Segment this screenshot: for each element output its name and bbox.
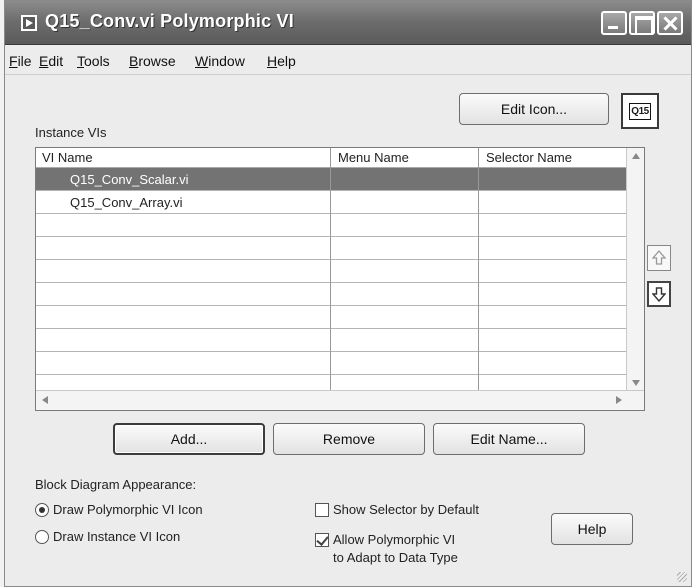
title-bar[interactable]: Q15_Conv.vi Polymorphic VI bbox=[5, 1, 691, 45]
menu-window-label: indow bbox=[208, 53, 245, 69]
menu-window-accelerator: W bbox=[195, 53, 209, 69]
menu-edit[interactable]: Edit bbox=[39, 53, 63, 69]
draw-instance-icon-radio[interactable] bbox=[35, 530, 49, 544]
vi-icon-text: Q15 bbox=[629, 102, 651, 120]
polymorphic-vi-window: Q15_Conv.vi Polymorphic VI File Edit Too… bbox=[4, 0, 692, 587]
scroll-down-icon[interactable] bbox=[632, 380, 640, 386]
menu-window[interactable]: Window bbox=[195, 53, 245, 69]
menu-tools[interactable]: Tools bbox=[77, 53, 110, 69]
menu-file-label: ile bbox=[17, 53, 32, 69]
table-row[interactable]: Q15_Conv_Array.vi bbox=[36, 191, 626, 214]
arrow-up-icon bbox=[652, 250, 666, 265]
table-row[interactable] bbox=[36, 214, 626, 237]
header-selector-name[interactable]: Selector Name bbox=[486, 150, 572, 165]
draw-instance-icon-label[interactable]: Draw Instance VI Icon bbox=[53, 529, 180, 544]
edit-icon-button[interactable]: Edit Icon... bbox=[459, 93, 609, 125]
menu-browse[interactable]: Browse bbox=[129, 53, 176, 69]
edit-name-button[interactable]: Edit Name... bbox=[433, 423, 585, 455]
table-row[interactable] bbox=[36, 306, 626, 329]
menu-tools-label: ools bbox=[84, 53, 110, 69]
table-row[interactable] bbox=[36, 329, 626, 352]
move-up-button[interactable] bbox=[647, 245, 671, 271]
scroll-up-icon[interactable] bbox=[632, 153, 640, 159]
table-header: VI Name Menu Name Selector Name bbox=[36, 148, 626, 168]
menu-edit-accelerator: E bbox=[39, 53, 49, 69]
menu-tools-accelerator: T bbox=[77, 53, 84, 69]
minimize-button[interactable] bbox=[601, 11, 627, 35]
table-row[interactable] bbox=[36, 375, 626, 391]
draw-poly-icon-label[interactable]: Draw Polymorphic VI Icon bbox=[53, 502, 203, 517]
vi-icon-preview[interactable]: Q15 bbox=[621, 93, 659, 129]
move-down-button[interactable] bbox=[647, 281, 671, 307]
vertical-scrollbar[interactable] bbox=[626, 148, 644, 392]
header-vi-name[interactable]: VI Name bbox=[42, 150, 93, 165]
column-divider[interactable] bbox=[330, 148, 331, 390]
menu-browse-accelerator: B bbox=[129, 53, 139, 69]
instance-vis-label: Instance VIs bbox=[35, 125, 107, 140]
block-diagram-appearance-label: Block Diagram Appearance: bbox=[35, 477, 197, 492]
row-vi-name: Q15_Conv_Scalar.vi bbox=[70, 172, 189, 187]
close-button[interactable] bbox=[657, 11, 683, 35]
horizontal-scrollbar[interactable] bbox=[36, 390, 644, 410]
allow-adapt-label-line1[interactable]: Allow Polymorphic VI bbox=[333, 532, 455, 547]
window-title: Q15_Conv.vi Polymorphic VI bbox=[45, 11, 294, 31]
draw-poly-icon-radio[interactable] bbox=[35, 503, 49, 517]
menu-file[interactable]: File bbox=[9, 53, 32, 69]
labview-app-icon[interactable] bbox=[21, 15, 37, 31]
menu-help-label: elp bbox=[277, 53, 296, 69]
table-row[interactable] bbox=[36, 237, 626, 260]
instance-vis-table[interactable]: VI Name Menu Name Selector Name Q15_Conv… bbox=[35, 147, 645, 411]
menu-edit-label: dit bbox=[48, 53, 64, 69]
menu-browse-label: rowse bbox=[138, 53, 176, 69]
show-selector-checkbox[interactable] bbox=[315, 503, 329, 517]
menu-file-accelerator: F bbox=[9, 53, 18, 69]
show-selector-label[interactable]: Show Selector by Default bbox=[333, 502, 479, 517]
menu-help[interactable]: Help bbox=[267, 53, 296, 69]
column-divider[interactable] bbox=[478, 148, 479, 390]
scroll-left-icon[interactable] bbox=[42, 396, 48, 404]
table-row[interactable]: Q15_Conv_Scalar.vi bbox=[36, 168, 626, 191]
table-row[interactable] bbox=[36, 352, 626, 375]
table-row[interactable] bbox=[36, 260, 626, 283]
menu-bar: File Edit Tools Browse Window Help bbox=[5, 45, 691, 75]
row-vi-name: Q15_Conv_Array.vi bbox=[70, 195, 183, 210]
resize-grip[interactable] bbox=[677, 572, 687, 582]
add-button[interactable]: Add... bbox=[113, 423, 265, 455]
remove-button[interactable]: Remove bbox=[273, 423, 425, 455]
header-menu-name[interactable]: Menu Name bbox=[338, 150, 409, 165]
scroll-right-icon[interactable] bbox=[616, 396, 622, 404]
table-row[interactable] bbox=[36, 283, 626, 306]
menu-help-accelerator: H bbox=[267, 53, 278, 69]
allow-adapt-label-line2[interactable]: to Adapt to Data Type bbox=[333, 550, 458, 565]
maximize-button[interactable] bbox=[629, 11, 655, 35]
allow-adapt-checkbox[interactable] bbox=[315, 533, 329, 547]
help-button[interactable]: Help bbox=[551, 513, 633, 545]
arrow-down-icon bbox=[652, 287, 666, 302]
